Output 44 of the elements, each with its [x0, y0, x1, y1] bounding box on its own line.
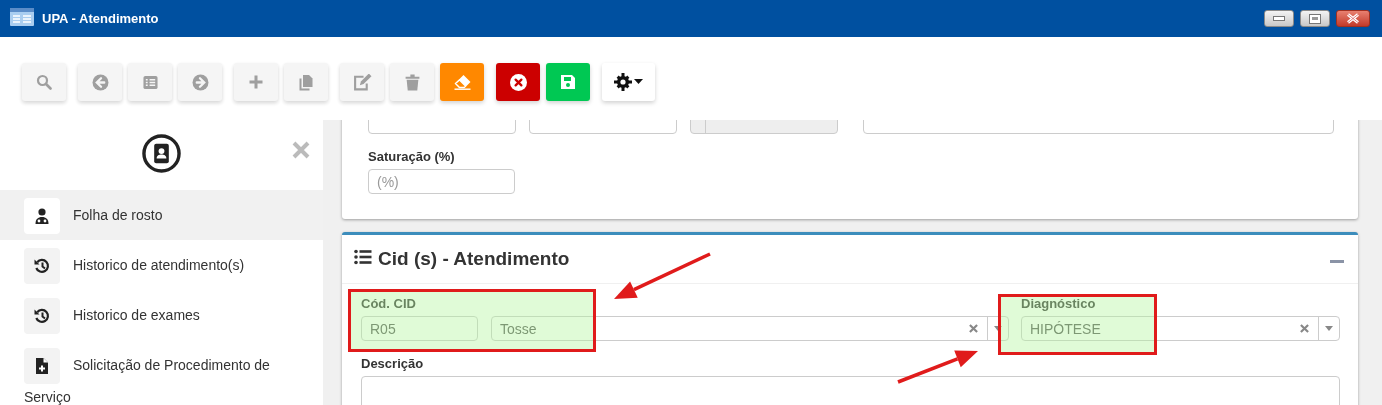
settings-button[interactable] — [602, 63, 655, 101]
sidebar-item[interactable]: Folha de rosto — [0, 190, 323, 240]
field-label: Descrição — [361, 356, 425, 371]
contact-card-icon — [142, 133, 181, 173]
field-label: Saturação (%) — [368, 149, 456, 164]
save-button[interactable] — [546, 63, 590, 101]
copy-icon — [298, 73, 314, 91]
file-plus-icon — [36, 358, 48, 374]
plus-icon — [248, 74, 264, 90]
search-icon — [36, 74, 52, 90]
saturation-field[interactable]: (%) — [368, 169, 515, 194]
list-icon — [141, 74, 159, 90]
close-icon[interactable] — [291, 140, 311, 160]
maximize-button[interactable] — [1300, 10, 1330, 27]
clear-icon[interactable] — [1300, 324, 1309, 333]
minimize-button[interactable] — [1264, 10, 1294, 27]
collapse-icon[interactable] — [1330, 260, 1344, 264]
caret-icon[interactable] — [1325, 326, 1333, 331]
sidebar-item[interactable]: Historico de exames — [0, 290, 323, 340]
sidebar-item[interactable]: Solicitação de Procedimento de Serviço — [0, 340, 323, 405]
close-circle-icon — [509, 73, 527, 91]
app-icon — [10, 7, 34, 26]
doctor-icon — [35, 208, 49, 224]
clear-icon[interactable] — [969, 324, 978, 333]
history-icon — [34, 258, 50, 274]
field-label: Diagnóstico — [1021, 296, 1097, 311]
cancel-button[interactable] — [496, 63, 540, 101]
floppy-icon — [560, 74, 576, 90]
trash-icon — [404, 73, 420, 91]
edit-icon — [352, 73, 372, 91]
close-icon — [1346, 13, 1360, 24]
caret-icon[interactable] — [994, 326, 1002, 331]
history-icon — [34, 308, 50, 324]
window-title: UPA - Atendimento — [42, 11, 160, 26]
minimize-icon — [1273, 16, 1285, 21]
maximize-icon — [1309, 13, 1321, 24]
card-title: Cid (s) - Atendimento — [378, 248, 571, 270]
sidebar-item[interactable]: Historico de atendimento(s) — [0, 240, 323, 290]
close-button[interactable] — [1336, 10, 1370, 27]
gear-icon — [613, 73, 644, 91]
clear-button[interactable] — [440, 63, 484, 101]
field-label: Cód. CID — [361, 296, 417, 311]
list-icon — [354, 249, 372, 265]
eraser-icon — [452, 74, 472, 90]
